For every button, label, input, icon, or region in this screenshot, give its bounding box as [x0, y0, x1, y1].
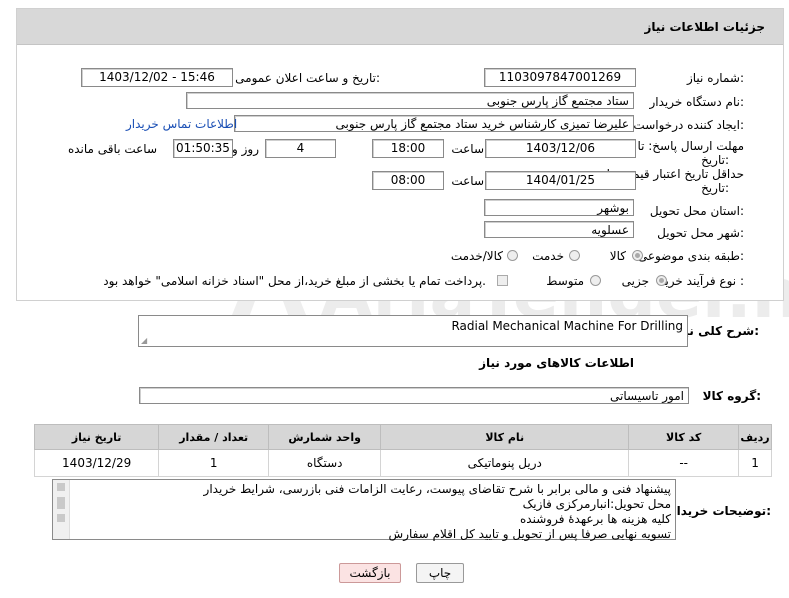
- goods-group-label: گروه کالا:: [702, 389, 761, 403]
- days-remaining-field: 4: [265, 139, 336, 158]
- process-minor-radio[interactable]: [656, 275, 667, 286]
- category-service-label: خدمت: [532, 249, 564, 263]
- cell-date: 1403/12/29: [33, 449, 160, 477]
- panel-title: جزئیات اطلاعات نیاز: [644, 20, 765, 34]
- deadline-date-field: 1403/12/06: [485, 139, 636, 158]
- cell-row: 1: [738, 449, 772, 477]
- col-qty: تعداد / مقدار: [158, 424, 270, 450]
- category-goods-label: کالا: [609, 249, 626, 263]
- col-code: کد کالا: [628, 424, 740, 450]
- buyer-notes-textarea[interactable]: پیشنهاد فنی و مالی برابر با شرح تقاضای پ…: [52, 479, 676, 542]
- buyer-notes-text: پیشنهاد فنی و مالی برابر با شرح تقاضای پ…: [204, 482, 671, 542]
- col-date: تاریخ نیاز: [33, 424, 160, 450]
- process-medium-radio[interactable]: [590, 275, 601, 286]
- remaining-time-field: 01:50:35: [173, 139, 233, 158]
- goods-table-header: ردیف کد کالا نام کالا واحد شمارش تعداد /…: [33, 424, 772, 450]
- deadline-label: مهلت ارسال پاسخ: تا: [637, 139, 744, 153]
- panel-header: جزئیات اطلاعات نیاز: [17, 9, 783, 45]
- cell-unit: دستگاه: [268, 449, 382, 477]
- announce-datetime-field: 1403/12/02 - 15:46: [81, 68, 233, 87]
- goods-info-title: اطلاعات کالاهای مورد نیاز: [479, 356, 634, 370]
- category-both-label: کالا/خدمت: [450, 249, 503, 263]
- summary-text: Radial Mechanical Machine For Drilling: [451, 319, 683, 333]
- buyer-notes-label: توضیحات خریدار:: [669, 504, 771, 518]
- validity-time-label: ساعت: [451, 174, 484, 188]
- creator-label: ایجاد کننده درخواست:: [633, 118, 744, 132]
- category-both-radio[interactable]: [507, 250, 518, 261]
- buyer-note-line: کلیه هزینه ها برعهدهٔ فروشنده: [520, 512, 671, 526]
- creator-field: علیرضا تمیزی کارشناس خرید ستاد مجتمع گاز…: [234, 115, 634, 132]
- buyer-note-line: تسویه نهایی صرفا پس از تحویل و تایید کل …: [388, 527, 671, 541]
- back-button[interactable]: بازگشت: [339, 563, 401, 583]
- days-label: روز و: [232, 142, 259, 156]
- validity-time-field: 08:00: [372, 171, 444, 190]
- process-medium-label: متوسط: [546, 274, 584, 288]
- goods-table: ردیف کد کالا نام کالا واحد شمارش تعداد /…: [33, 424, 772, 477]
- cell-name: دریل پنوماتیکی: [380, 449, 630, 477]
- scroll-down-icon[interactable]: [57, 514, 65, 522]
- validity-date-label: تاریخ:: [701, 181, 729, 195]
- buyer-note-line: محل تحویل:انبارمرکزی فازیک: [522, 497, 671, 511]
- announce-label: تاریخ و ساعت اعلان عمومی:: [235, 71, 380, 85]
- goods-group-field: امور تاسیساتی: [139, 387, 689, 404]
- resize-grip-icon: ◢: [141, 336, 148, 345]
- buyer-note-line: پیشنهاد فنی و مالی برابر با شرح تقاضای پ…: [203, 482, 671, 496]
- category-label: طبقه بندی موضوعی:: [637, 249, 744, 263]
- process-label: نوع فرآیند خرید :: [659, 274, 744, 288]
- scroll-up-icon[interactable]: [57, 483, 65, 491]
- process-minor-label: جزیی: [621, 274, 649, 288]
- city-field: عسلویه: [484, 221, 634, 238]
- need-number-field: 1103097847001269: [484, 68, 636, 87]
- treasury-bonds-note: پرداخت تمام یا بخشی از مبلغ خرید،از محل …: [103, 274, 486, 288]
- buyer-contact-link[interactable]: اطلاعات تماس خریدار: [126, 117, 237, 131]
- treasury-bonds-checkbox[interactable]: [497, 275, 508, 286]
- need-number-label: شماره نیاز:: [686, 71, 744, 85]
- col-unit: واحد شمارش: [268, 424, 382, 450]
- remaining-label: ساعت باقی مانده: [67, 142, 157, 156]
- cell-code: --: [628, 449, 740, 477]
- cell-qty: 1: [158, 449, 270, 477]
- category-service-radio[interactable]: [569, 250, 580, 261]
- buyer-org-field: ستاد مجتمع گاز پارس جنوبی: [186, 92, 634, 109]
- col-row: ردیف: [738, 424, 772, 450]
- deadline-time-field: 18:00: [372, 139, 444, 158]
- scroll-thumb[interactable]: [57, 497, 65, 509]
- table-row: 1 -- دریل پنوماتیکی دستگاه 1 1403/12/29: [33, 449, 772, 477]
- col-name: نام کالا: [380, 424, 630, 450]
- summary-textarea[interactable]: Radial Mechanical Machine For Drilling ◢: [138, 315, 688, 347]
- deadline-date-label: تاریخ:: [701, 153, 729, 167]
- validity-date-field: 1404/01/25: [485, 171, 636, 190]
- province-field: بوشهر: [484, 199, 634, 216]
- notes-scrollbar[interactable]: [53, 480, 70, 539]
- deadline-time-label: ساعت: [451, 142, 484, 156]
- category-goods-radio[interactable]: [632, 250, 643, 261]
- print-button[interactable]: چاپ: [416, 563, 464, 583]
- province-label: استان محل تحویل:: [649, 204, 744, 218]
- buyer-org-label: نام دستگاه خریدار:: [649, 95, 745, 109]
- city-label: شهر محل تحویل:: [657, 226, 744, 240]
